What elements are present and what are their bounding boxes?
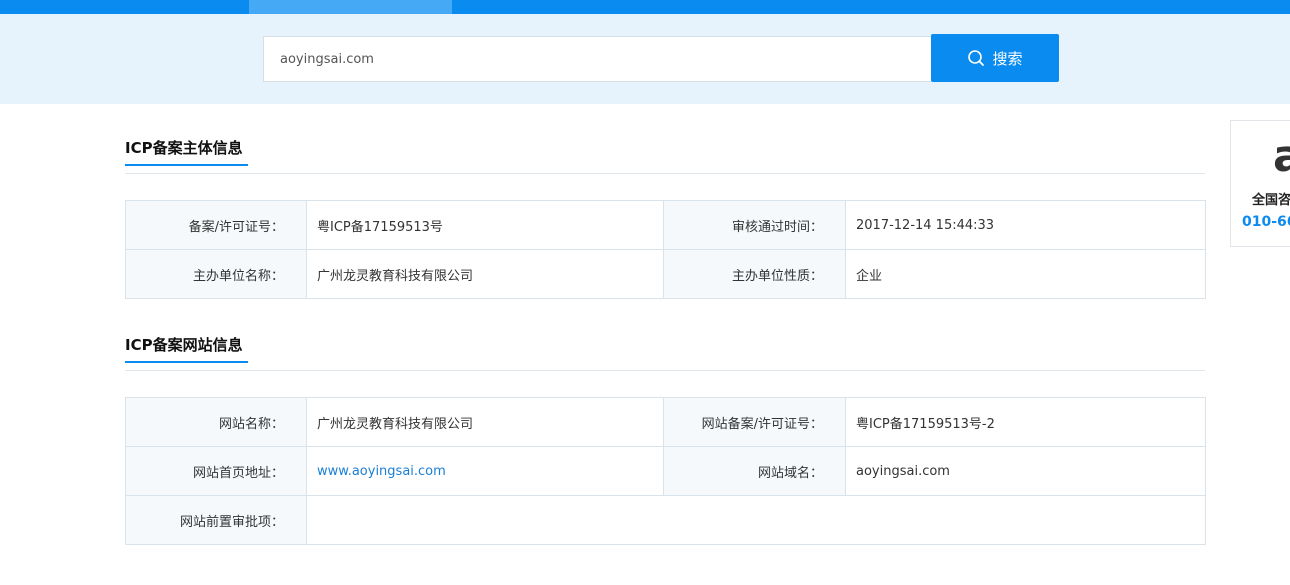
record-number-label: 备案/许可证号： — [125, 200, 307, 250]
homepage-url-link[interactable]: www.aoyingsai.com — [317, 464, 446, 479]
table-row: 备案/许可证号： 粤ICP备17159513号 审核通过时间： 2017-12-… — [125, 200, 1206, 250]
contact-side-widget[interactable]: a 全国咨 010-66 — [1230, 120, 1290, 247]
subject-info-table: 备案/许可证号： 粤ICP备17159513号 审核通过时间： 2017-12-… — [125, 200, 1206, 299]
organizer-type-value: 企业 — [845, 249, 1206, 299]
hotline-number: 010-66 — [1242, 214, 1290, 230]
search-button-label: 搜索 — [992, 49, 1023, 68]
website-section-divider — [125, 370, 1205, 371]
table-row: 网站前置审批项： — [125, 495, 1206, 545]
approval-time-label: 审核通过时间： — [663, 200, 846, 250]
homepage-url-cell: www.aoyingsai.com — [306, 446, 664, 496]
site-license-value: 粤ICP备17159513号-2 — [845, 397, 1206, 447]
organizer-type-label: 主办单位性质： — [663, 249, 846, 299]
subject-section-divider — [125, 173, 1205, 174]
hotline-label: 全国咨 — [1252, 193, 1290, 208]
nav-tab-active[interactable] — [249, 0, 452, 14]
website-section-underline — [125, 361, 248, 363]
organizer-name-value: 广州龙灵教育科技有限公司 — [306, 249, 664, 299]
search-band: 搜索 — [0, 14, 1290, 104]
contact-logo-icon: a — [1273, 131, 1290, 182]
table-row: 网站名称： 广州龙灵教育科技有限公司 网站备案/许可证号： 粤ICP备17159… — [125, 397, 1206, 447]
site-license-label: 网站备案/许可证号： — [663, 397, 846, 447]
subject-section-underline — [125, 164, 248, 166]
site-name-label: 网站名称： — [125, 397, 307, 447]
search-button[interactable]: 搜索 — [931, 34, 1059, 82]
website-section-title: ICP备案网站信息 — [125, 336, 243, 354]
pre-approval-label: 网站前置审批项： — [125, 495, 307, 545]
search-input[interactable] — [263, 36, 931, 82]
top-nav-bar — [0, 0, 1290, 14]
approval-time-value: 2017-12-14 15:44:33 — [845, 200, 1206, 250]
organizer-name-label: 主办单位名称： — [125, 249, 307, 299]
table-row: 网站首页地址： www.aoyingsai.com 网站域名： aoyingsa… — [125, 446, 1206, 496]
homepage-url-label: 网站首页地址： — [125, 446, 307, 496]
table-row: 主办单位名称： 广州龙灵教育科技有限公司 主办单位性质： 企业 — [125, 249, 1206, 299]
subject-section-title: ICP备案主体信息 — [125, 139, 243, 157]
search-icon — [968, 50, 985, 66]
pre-approval-value — [306, 495, 1206, 545]
website-info-table: 网站名称： 广州龙灵教育科技有限公司 网站备案/许可证号： 粤ICP备17159… — [125, 397, 1206, 545]
record-number-value: 粤ICP备17159513号 — [306, 200, 664, 250]
site-name-value: 广州龙灵教育科技有限公司 — [306, 397, 664, 447]
domain-value: aoyingsai.com — [845, 446, 1206, 496]
domain-label: 网站域名： — [663, 446, 846, 496]
